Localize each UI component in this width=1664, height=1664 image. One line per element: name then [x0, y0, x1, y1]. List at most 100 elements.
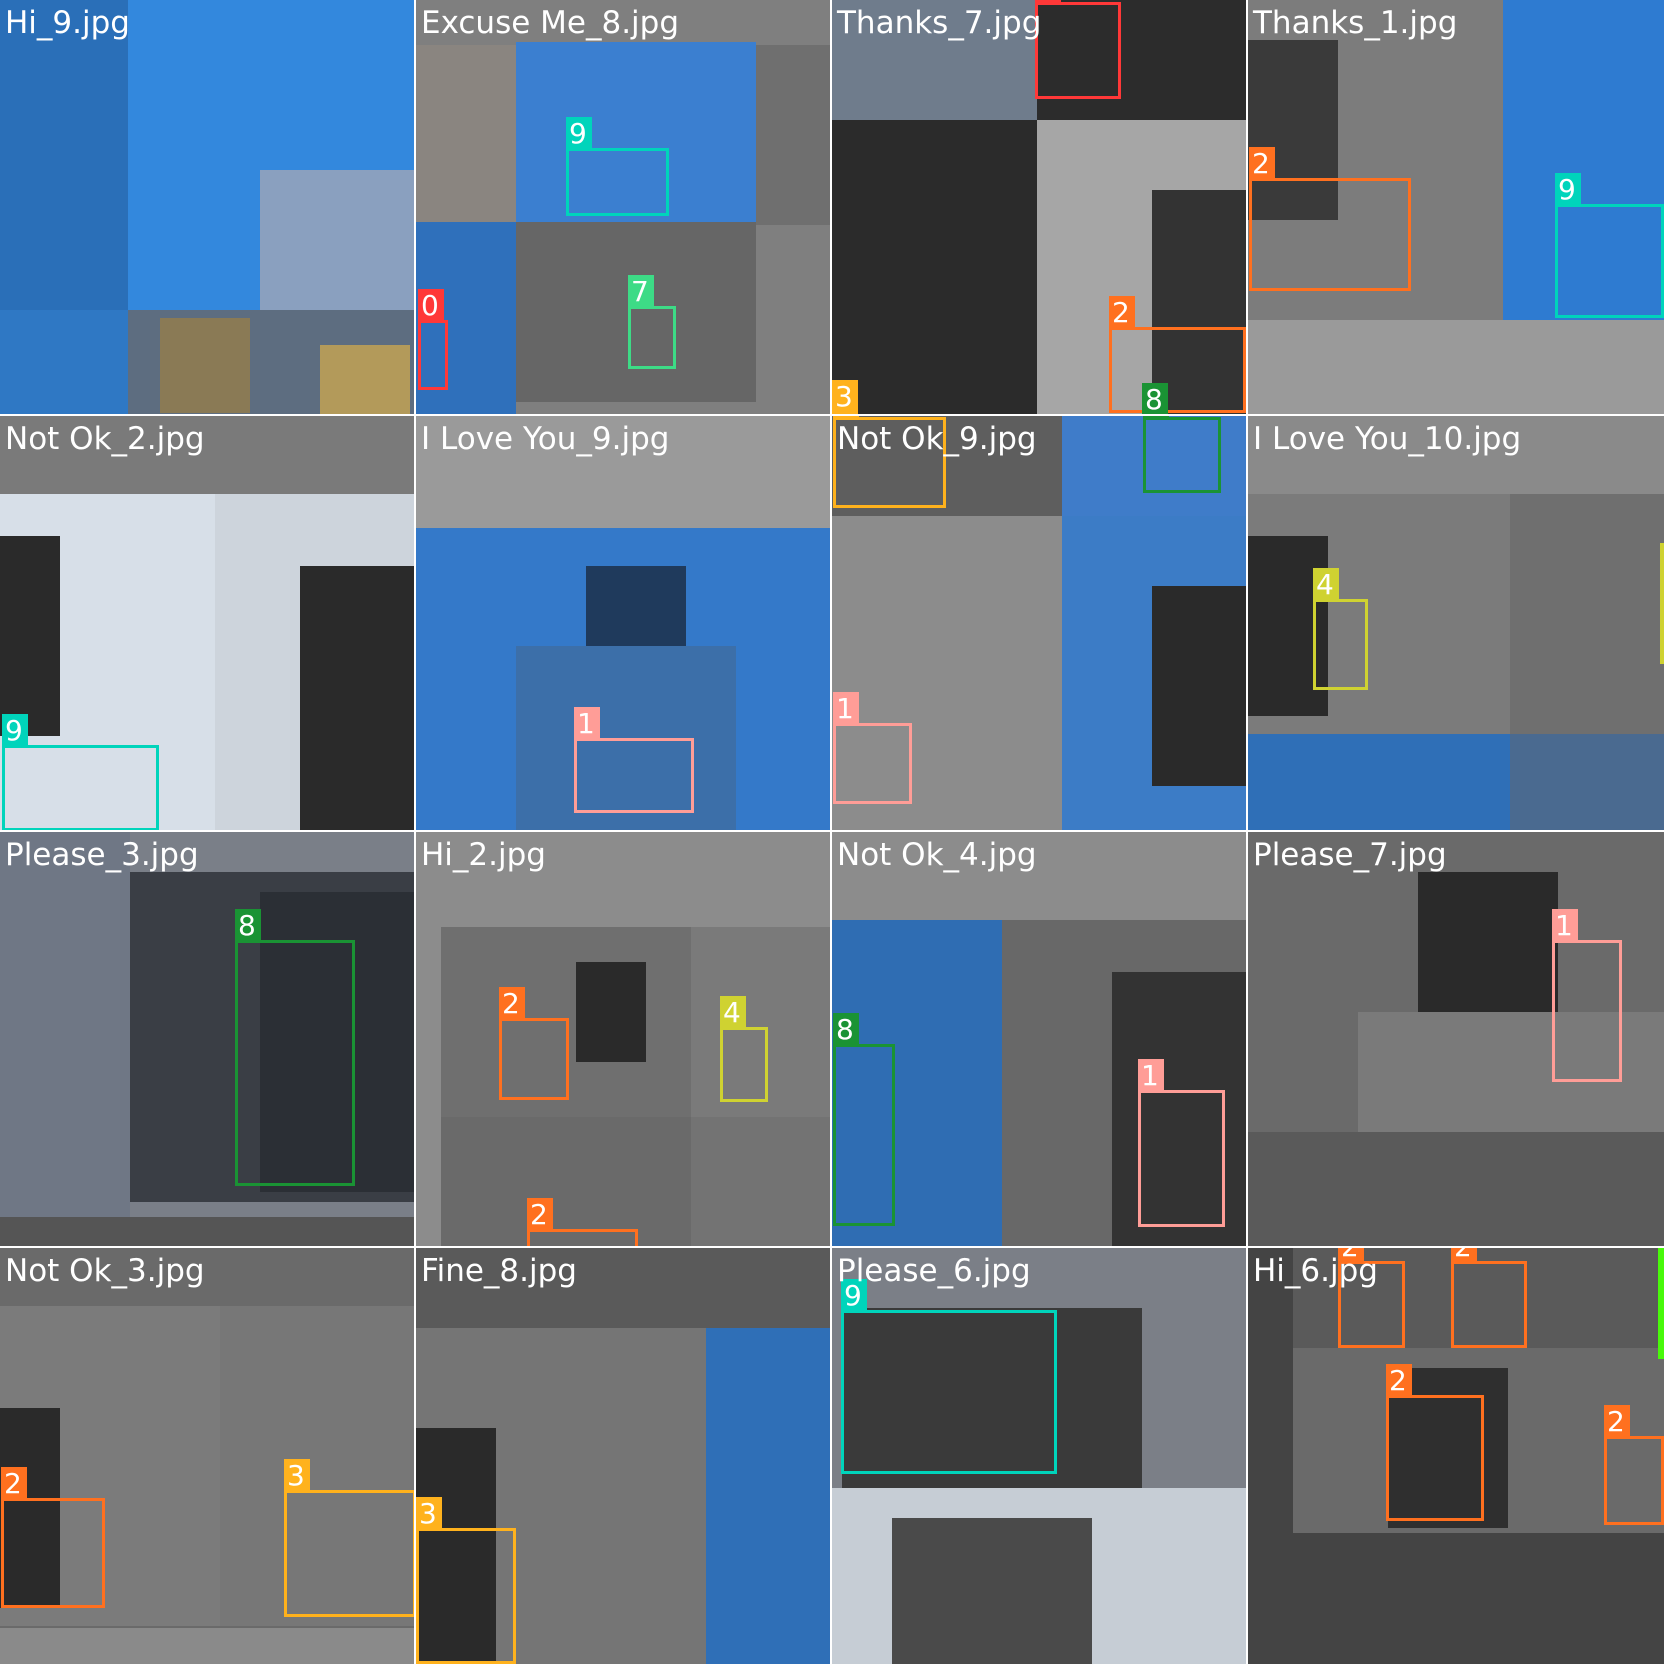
class-label: 8	[1143, 416, 1169, 420]
class-label: 2	[1451, 1248, 1477, 1264]
mosaic-tile: Not Ok_2.jpg 9	[0, 416, 414, 830]
detection-box: 5	[1658, 1248, 1664, 1359]
detection-box: 2	[1386, 1364, 1484, 1521]
image-patch	[832, 120, 1037, 414]
image-patch	[416, 45, 516, 225]
image-patch	[0, 1628, 414, 1664]
detection-box: 0	[1035, 0, 1121, 99]
image-patch	[441, 1117, 691, 1246]
image-patch	[0, 832, 130, 1246]
tile-image	[1248, 416, 1664, 830]
class-label: 2	[1, 1467, 27, 1501]
detection-box: 9	[2, 714, 159, 830]
class-label: 4	[1313, 568, 1339, 602]
tile-filename: Please_7.jpg	[1253, 837, 1447, 873]
detection-box: 7	[628, 275, 676, 369]
image-patch	[576, 962, 646, 1062]
tile-filename: Not Ok_2.jpg	[5, 421, 205, 457]
image-patch	[1510, 734, 1664, 830]
detection-box: 4	[720, 996, 768, 1102]
detection-box: 9	[1555, 173, 1664, 318]
detection-box: 8	[235, 909, 355, 1186]
detection-box: 8	[1143, 416, 1221, 493]
mosaic-tile: Please_7.jpg 1	[1248, 832, 1664, 1246]
tile-image	[0, 0, 414, 414]
class-label: 9	[566, 117, 592, 151]
mosaic-tile: Thanks_7.jpg0 2 3 8	[832, 0, 1246, 414]
class-label: 5	[1658, 1248, 1664, 1254]
class-label: 8	[1142, 383, 1168, 414]
class-label: 2	[1386, 1364, 1412, 1398]
detection-box: 4	[1660, 543, 1664, 664]
mosaic-tile: Please_3.jpg 8	[0, 832, 414, 1246]
class-label: 2	[1604, 1405, 1630, 1439]
image-patch	[1248, 1533, 1664, 1664]
mosaic-tile: I Love You_9.jpg 1	[416, 416, 830, 830]
class-label: 9	[1555, 173, 1581, 207]
class-label: 2	[1249, 147, 1275, 181]
detection-box: 0	[418, 289, 448, 390]
detection-box: 9	[566, 117, 669, 216]
detection-box: 2	[499, 987, 569, 1100]
mosaic-tile: Hi_6.jpg22522	[1248, 1248, 1664, 1664]
tile-filename: Thanks_7.jpg	[837, 5, 1042, 41]
tile-filename: Fine_8.jpg	[421, 1253, 577, 1289]
detection-box: 2	[1109, 296, 1246, 413]
tile-filename: Not Ok_4.jpg	[837, 837, 1037, 873]
detection-box: 3	[284, 1459, 414, 1617]
detection-box: 2	[1604, 1405, 1664, 1525]
class-label: 1	[574, 707, 600, 741]
tile-filename: I Love You_9.jpg	[421, 421, 670, 457]
class-label: 3	[416, 1497, 442, 1531]
image-patch	[0, 0, 130, 310]
class-label: 1	[1138, 1059, 1164, 1093]
image-patch	[706, 1328, 830, 1664]
detection-box: 3	[416, 1497, 516, 1664]
mosaic-tile: Thanks_1.jpg 2 9	[1248, 0, 1664, 414]
tile-filename: Not Ok_9.jpg	[837, 421, 1037, 457]
tile-filename: Hi_2.jpg	[421, 837, 546, 873]
mosaic-tile: I Love You_10.jpg 4 4	[1248, 416, 1664, 830]
class-label: 3	[832, 380, 858, 414]
class-label: 4	[1660, 543, 1664, 577]
mosaic-tile: Excuse Me_8.jpg 9 0 7	[416, 0, 830, 414]
class-label: 9	[2, 714, 28, 748]
detection-box: 1	[1552, 909, 1622, 1082]
tile-filename: Please_3.jpg	[5, 837, 199, 873]
mosaic-tile: Fine_8.jpg 3	[416, 1248, 830, 1664]
mosaic-tile: Not Ok_9.jpg381	[832, 416, 1246, 830]
image-patch	[1248, 1132, 1664, 1246]
detection-box: 2	[1451, 1248, 1527, 1348]
detection-box: 1	[833, 692, 912, 804]
detection-box: 1	[1138, 1059, 1225, 1227]
tile-filename: Not Ok_3.jpg	[5, 1253, 205, 1289]
class-label: 1	[1552, 909, 1578, 943]
mosaic-tile: Hi_9.jpg	[0, 0, 414, 414]
class-label: 0	[418, 289, 444, 323]
class-label: 2	[1109, 296, 1135, 330]
class-label: 1	[833, 692, 859, 726]
image-patch	[691, 1117, 830, 1246]
mosaic-tile: Not Ok_3.jpg 2 3	[0, 1248, 414, 1664]
image-patch	[756, 45, 830, 225]
image-patch	[1510, 494, 1664, 734]
image-patch	[1152, 586, 1246, 786]
tile-filename: Excuse Me_8.jpg	[421, 5, 680, 41]
mosaic-tile: Not Ok_4.jpg 8 1	[832, 832, 1246, 1246]
class-label: 8	[235, 909, 261, 943]
mosaic-tile: Hi_2.jpg 2 4 2	[416, 832, 830, 1246]
class-label: 2	[527, 1198, 553, 1232]
image-patch	[1248, 320, 1664, 414]
mosaic-tile: Please_6.jpg 9	[832, 1248, 1246, 1664]
mosaic-grid: Hi_9.jpgExcuse Me_8.jpg907Thanks_7.jpg02…	[0, 0, 1664, 1664]
detection-box: 2	[527, 1198, 638, 1246]
detection-box: 1	[574, 707, 694, 813]
image-patch	[300, 566, 414, 830]
tile-filename: Thanks_1.jpg	[1253, 5, 1458, 41]
detection-box: 2	[1, 1467, 105, 1608]
detection-box: 9	[841, 1279, 1057, 1474]
image-patch	[0, 1217, 414, 1246]
class-label: 7	[628, 275, 654, 309]
detection-box: 8	[833, 1013, 895, 1226]
image-patch	[0, 536, 60, 736]
